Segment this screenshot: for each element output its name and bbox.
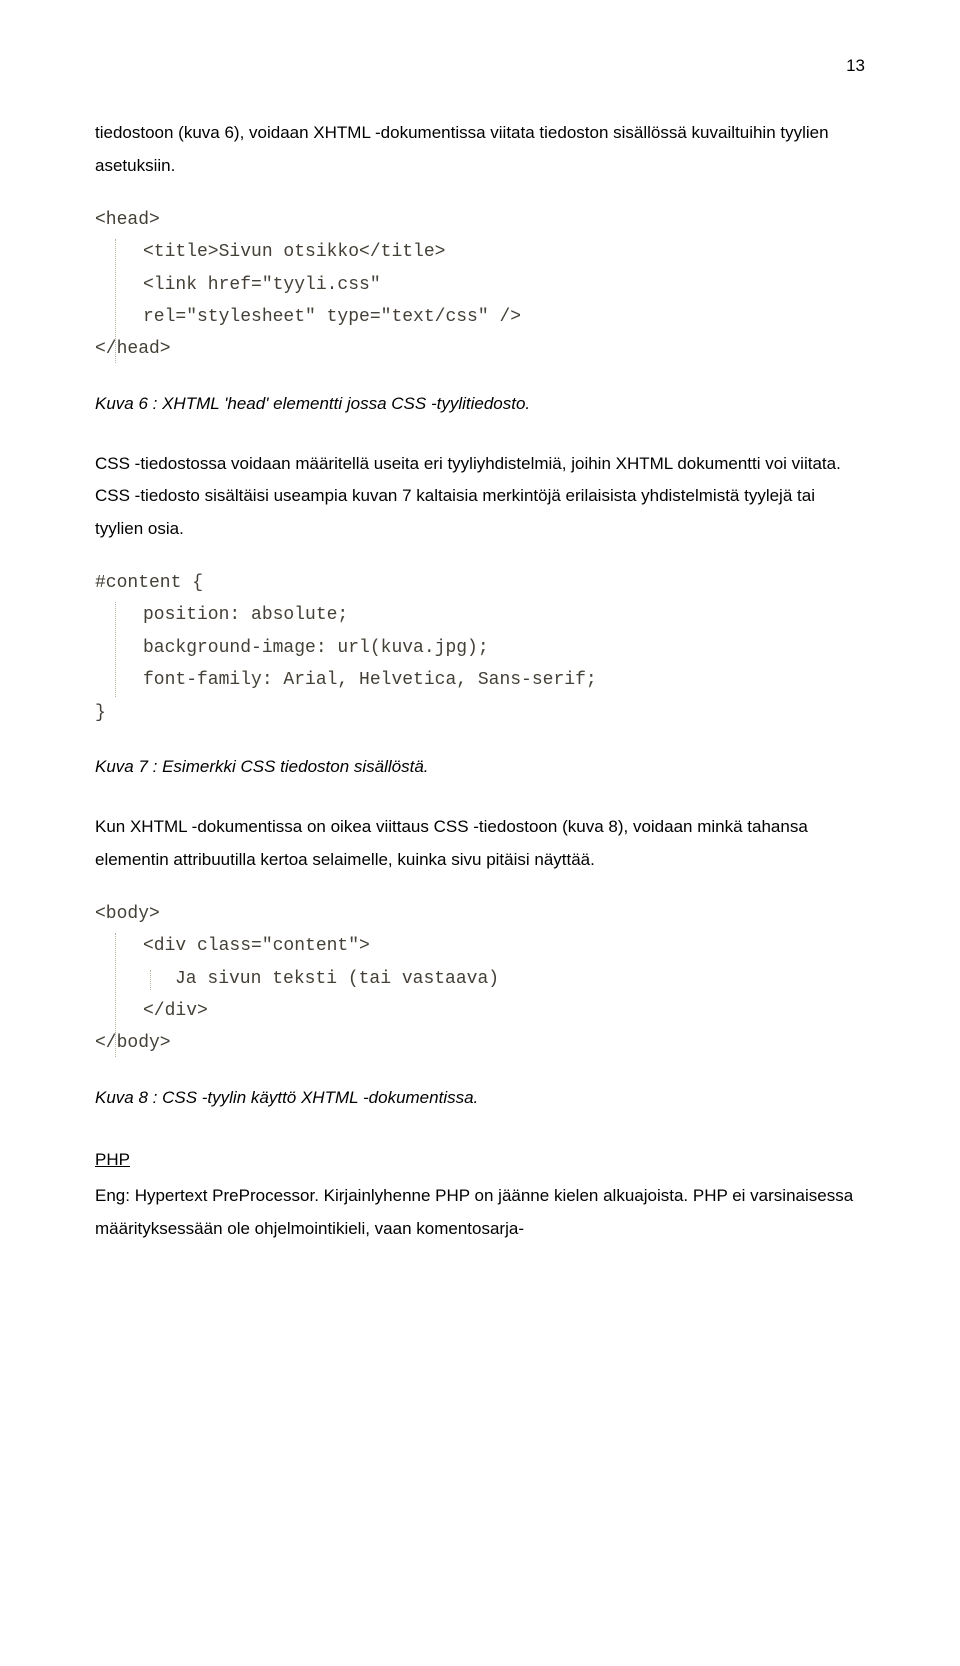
indent-rule [150,970,151,990]
code-line: position: absolute; [95,599,865,631]
code-line: <link href="tyyli.css" [95,269,865,301]
code-line: <title>Sivun otsikko</title> [95,236,865,268]
code-line: <div class="content"> [95,930,865,962]
php-paragraph: Eng: Hypertext PreProcessor. Kirjainlyhe… [95,1180,865,1245]
php-heading: PHP [95,1144,865,1176]
code-line: <body> [95,898,865,930]
code-line: background-image: url(kuva.jpg); [95,632,865,664]
page-number: 13 [95,50,865,82]
indent-rule [115,602,116,697]
code-line: <head> [95,204,865,236]
code-line: font-family: Arial, Helvetica, Sans-seri… [95,664,865,696]
code-block-css: #content { position: absolute; backgroun… [95,567,865,729]
caption-figure-8: Kuva 8 : CSS -tyylin käyttö XHTML -dokum… [95,1082,865,1114]
code-block-head: <head> <title>Sivun otsikko</title> <lin… [95,204,865,366]
code-line: } [95,697,865,729]
paragraph-3: Kun XHTML -dokumentissa on oikea viittau… [95,811,865,876]
indent-rule [115,933,116,1057]
code-line: rel="stylesheet" type="text/css" /> [95,301,865,333]
code-line: #content { [95,567,865,599]
code-block-body: <body> <div class="content"> Ja sivun te… [95,898,865,1060]
code-line: </div> [95,995,865,1027]
caption-figure-7: Kuva 7 : Esimerkki CSS tiedoston sisällö… [95,751,865,783]
code-line: </head> [95,333,865,365]
paragraph-2: CSS -tiedostossa voidaan määritellä usei… [95,448,865,545]
code-line: Ja sivun teksti (tai vastaava) [95,963,865,995]
paragraph-1: tiedostoon (kuva 6), voidaan XHTML -doku… [95,117,865,182]
caption-figure-6: Kuva 6 : XHTML 'head' elementti jossa CS… [95,388,865,420]
code-line: </body> [95,1027,865,1059]
indent-rule [115,239,116,363]
